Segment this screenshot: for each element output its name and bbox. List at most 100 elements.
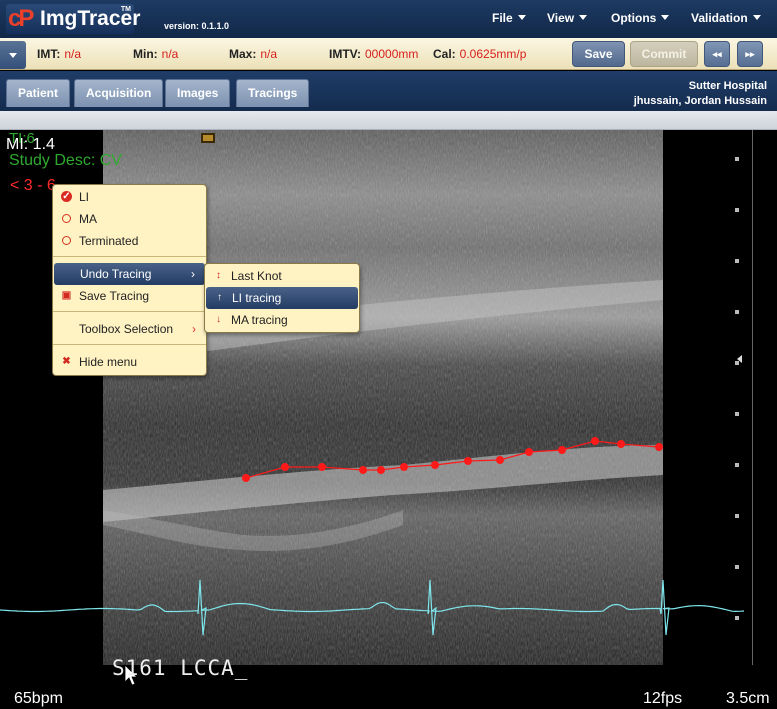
- imt-value: n/a: [64, 47, 82, 61]
- min-label: Min:: [133, 47, 158, 61]
- chevron-down-icon: [752, 15, 761, 20]
- depth-tick: [735, 157, 739, 161]
- tab-images[interactable]: Images: [165, 79, 231, 107]
- menu-item-label: Undo Tracing: [80, 267, 152, 281]
- max-value: n/a: [260, 47, 278, 61]
- menu-file[interactable]: File: [492, 11, 526, 25]
- tracing-knot[interactable]: [464, 457, 472, 465]
- tab-tracings[interactable]: Tracings: [236, 79, 310, 107]
- chevron-right-icon: ›: [192, 322, 196, 336]
- submenu-item-li-tracing[interactable]: ↑ LI tracing: [206, 287, 358, 309]
- status-strip: [0, 111, 777, 130]
- cal-readout: Cal: 0.0625mm/p: [433, 47, 526, 61]
- depth-tick: [735, 463, 739, 467]
- radio-icon: [62, 236, 71, 245]
- heart-rate: 65bpm: [14, 690, 63, 707]
- prev-frame-button[interactable]: ◂◂: [704, 41, 730, 67]
- tracing-knots[interactable]: [242, 437, 663, 482]
- depth-tick: [735, 514, 739, 518]
- session-info: Sutter Hospital jhussain, Jordan Hussain: [634, 79, 767, 109]
- depth-tick: [735, 412, 739, 416]
- tracing-knot[interactable]: [655, 443, 663, 451]
- depth-tick: [735, 310, 739, 314]
- menu-validation[interactable]: Validation: [691, 11, 761, 25]
- menu-item-li[interactable]: ✓ LI: [53, 186, 206, 208]
- submenu-item-label: LI tracing: [232, 291, 282, 305]
- menu-separator: [53, 311, 206, 312]
- logo-trademark: TM: [120, 6, 131, 13]
- tracing-knot[interactable]: [281, 463, 289, 471]
- tracing-knot[interactable]: [591, 437, 599, 445]
- app-logo: cP ImgTracer TM: [6, 4, 140, 34]
- hospital-name: Sutter Hospital: [688, 80, 767, 92]
- frame-code: < 3 - 6: [10, 177, 56, 194]
- save-button[interactable]: Save: [572, 41, 625, 67]
- next-frame-button[interactable]: ▸▸: [737, 41, 763, 67]
- submenu-item-last-knot[interactable]: ↕ Last Knot: [205, 265, 359, 287]
- depth-tick: [735, 361, 739, 365]
- radio-icon: [62, 214, 71, 223]
- check-icon: ✓: [61, 191, 72, 202]
- tracing-knot[interactable]: [359, 466, 367, 474]
- depth-tick: [735, 565, 739, 569]
- down-arrow-icon: ↓: [216, 314, 221, 325]
- commit-button[interactable]: Commit: [630, 41, 698, 67]
- depth-scale-ticks: [735, 157, 739, 620]
- close-icon: ✖: [62, 356, 71, 367]
- menu-file-label: File: [492, 11, 513, 25]
- depth-tick: [735, 616, 739, 620]
- cal-label: Cal:: [433, 47, 456, 61]
- menu-item-label: Toolbox Selection: [79, 322, 174, 336]
- tracing-knot[interactable]: [617, 440, 625, 448]
- probe-label: S161 LCCA_: [112, 656, 249, 680]
- imt-readout: IMT: n/a: [37, 47, 81, 61]
- tracing-knot[interactable]: [496, 456, 504, 464]
- menu-view-label: View: [547, 11, 575, 25]
- save-icon: ▣: [61, 290, 72, 301]
- depth-tick: [735, 259, 739, 263]
- menu-separator: [53, 256, 206, 257]
- submenu-item-ma-tracing[interactable]: ↓ MA tracing: [205, 309, 359, 331]
- app-header: cP ImgTracer TM version: 0.1.1.0 File Vi…: [0, 0, 777, 38]
- menu-view[interactable]: View: [547, 11, 588, 25]
- chevron-down-icon: [579, 15, 588, 20]
- max-readout: Max: n/a: [229, 47, 277, 61]
- tracing-knot[interactable]: [400, 463, 408, 471]
- min-readout: Min: n/a: [133, 47, 178, 61]
- tab-acquisition[interactable]: Acquisition: [74, 79, 164, 107]
- menu-item-toolbox-selection[interactable]: Toolbox Selection ›: [53, 318, 206, 340]
- depth-scale: [752, 130, 753, 665]
- depth-readout: 3.5cm: [726, 690, 770, 707]
- tracing-knot[interactable]: [318, 463, 326, 471]
- menu-validation-label: Validation: [691, 11, 748, 25]
- chevron-down-icon: [9, 53, 17, 58]
- toolbar-dropdown-button[interactable]: [0, 41, 26, 69]
- imt-label: IMT:: [37, 47, 61, 61]
- menu-options[interactable]: Options: [611, 11, 670, 25]
- tracing-knot[interactable]: [525, 448, 533, 456]
- image-viewer[interactable]: MI: 1.4 TI:6 Study Desc: CV < 3 - 6 S161…: [0, 130, 777, 709]
- menu-item-save-tracing[interactable]: ▣ Save Tracing: [53, 285, 206, 307]
- measurement-toolbar: IMT: n/a Min: n/a Max: n/a IMTV: 00000mm Cal…: [0, 38, 777, 70]
- imtv-label: IMTV:: [329, 47, 361, 61]
- up-down-arrow-icon: ↕: [216, 270, 221, 281]
- user-name: jhussain, Jordan Hussain: [633, 95, 767, 107]
- menu-item-hide-menu[interactable]: ✖ Hide menu: [53, 351, 206, 373]
- menu-item-ma[interactable]: MA: [53, 208, 206, 230]
- tracing-knot[interactable]: [431, 461, 439, 469]
- min-value: n/a: [161, 47, 179, 61]
- cal-value: 0.0625mm/p: [459, 47, 527, 61]
- tracing-knot[interactable]: [377, 466, 385, 474]
- tracing-knot[interactable]: [558, 446, 566, 454]
- menu-item-label: Hide menu: [79, 355, 138, 369]
- menu-item-label: LI: [79, 190, 90, 204]
- chevron-down-icon: [661, 15, 670, 20]
- imtv-value: 00000mm: [365, 47, 419, 61]
- tab-patient[interactable]: Patient: [6, 79, 71, 107]
- menu-item-undo-tracing[interactable]: Undo Tracing ›: [54, 263, 205, 285]
- li-tracing-line: [245, 440, 660, 479]
- tracing-knot[interactable]: [242, 474, 250, 482]
- menu-item-terminated[interactable]: Terminated: [53, 230, 206, 252]
- logo-mark: cP: [8, 5, 34, 32]
- ecg-trace: [0, 579, 745, 636]
